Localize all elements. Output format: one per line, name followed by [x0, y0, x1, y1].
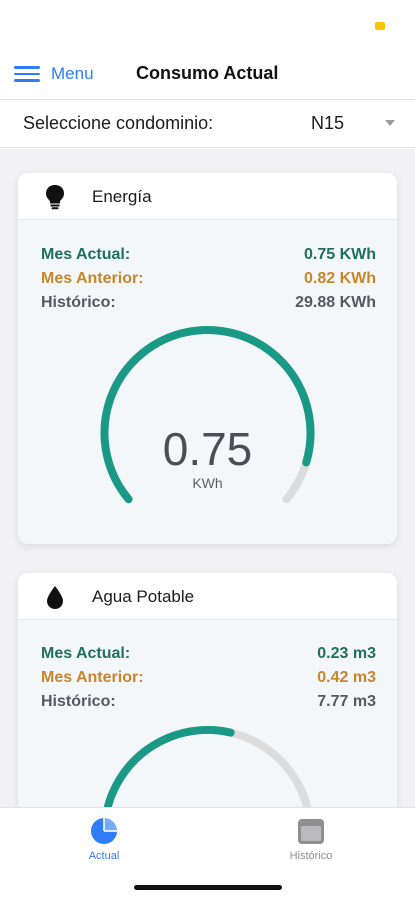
- content-scroll[interactable]: Energía Mes Actual: 0.75 KWh Mes Anterio…: [0, 149, 415, 807]
- home-indicator: [134, 885, 282, 890]
- stat-value: 0.82 KWh: [303, 270, 376, 287]
- stat-value: 29.88 KWh: [295, 294, 376, 311]
- selector-value[interactable]: N15: [311, 113, 344, 134]
- page-title: Consumo Actual: [136, 63, 279, 83]
- tab-label: Histórico: [289, 850, 333, 862]
- tab-historico[interactable]: Histórico: [271, 816, 351, 862]
- water-gauge: [103, 726, 312, 807]
- stat-label: Mes Anterior:: [41, 270, 144, 287]
- chevron-down-icon[interactable]: [385, 120, 395, 126]
- stat-value: 0.75 KWh: [303, 246, 376, 263]
- tab-label: Actual: [88, 850, 120, 862]
- tab-actual[interactable]: Actual: [64, 816, 144, 862]
- battery-icon: [375, 22, 385, 30]
- stat-history: Histórico: 7.77 m3: [41, 693, 376, 717]
- stat-value: 0.23 m3: [317, 645, 376, 662]
- stat-current: Mes Actual: 0.75 KWh: [41, 246, 376, 270]
- stats: Mes Actual: 0.23 m3 Mes Anterior: 0.42 m…: [41, 645, 376, 717]
- screen: Menu Consumo Actual Seleccione condomini…: [0, 0, 415, 900]
- stats: Mes Actual: 0.75 KWh Mes Anterior: 0.82 …: [41, 246, 376, 318]
- stat-previous: Mes Anterior: 0.82 KWh: [41, 270, 376, 294]
- status-bar: [0, 0, 415, 48]
- card-title: Agua Potable: [92, 587, 195, 606]
- pie-chart-icon: [91, 818, 117, 844]
- tab-bar: Actual Histórico: [0, 807, 415, 900]
- water-drop-icon: [47, 586, 63, 609]
- water-card: Agua Potable Mes Actual: 0.23 m3 Mes Ant…: [18, 573, 397, 807]
- hamburger-icon: [14, 66, 40, 82]
- gauge-track: [103, 726, 312, 807]
- menu-button[interactable]: Menu: [14, 62, 94, 86]
- lightbulb-icon: [46, 185, 64, 210]
- selector-label: Seleccione condominio:: [23, 113, 214, 133]
- stat-previous: Mes Anterior: 0.42 m3: [41, 669, 376, 693]
- stat-value: 0.42 m3: [317, 669, 376, 686]
- gauge-unit: KWh: [192, 475, 223, 491]
- stat-label: Mes Actual:: [41, 645, 131, 662]
- stat-value: 7.77 m3: [317, 693, 376, 710]
- nav-bar: Menu Consumo Actual: [0, 48, 415, 100]
- menu-label: Menu: [51, 64, 94, 83]
- stat-history: Histórico: 29.88 KWh: [41, 294, 376, 318]
- card-header: Energía: [18, 173, 397, 220]
- stat-label: Mes Actual:: [41, 246, 131, 263]
- calendar-icon: [298, 819, 324, 844]
- stat-label: Histórico:: [41, 294, 116, 311]
- stat-label: Histórico:: [41, 693, 116, 710]
- card-title: Energía: [92, 187, 152, 206]
- gauge-value: 0.75: [162, 423, 253, 475]
- energy-card: Energía Mes Actual: 0.75 KWh Mes Anterio…: [18, 173, 397, 544]
- condominium-selector[interactable]: Seleccione condominio: N15: [0, 100, 415, 148]
- stat-current: Mes Actual: 0.23 m3: [41, 645, 376, 669]
- card-header: Agua Potable: [18, 573, 397, 620]
- stat-label: Mes Anterior:: [41, 669, 144, 686]
- gauge-fill: [103, 726, 235, 807]
